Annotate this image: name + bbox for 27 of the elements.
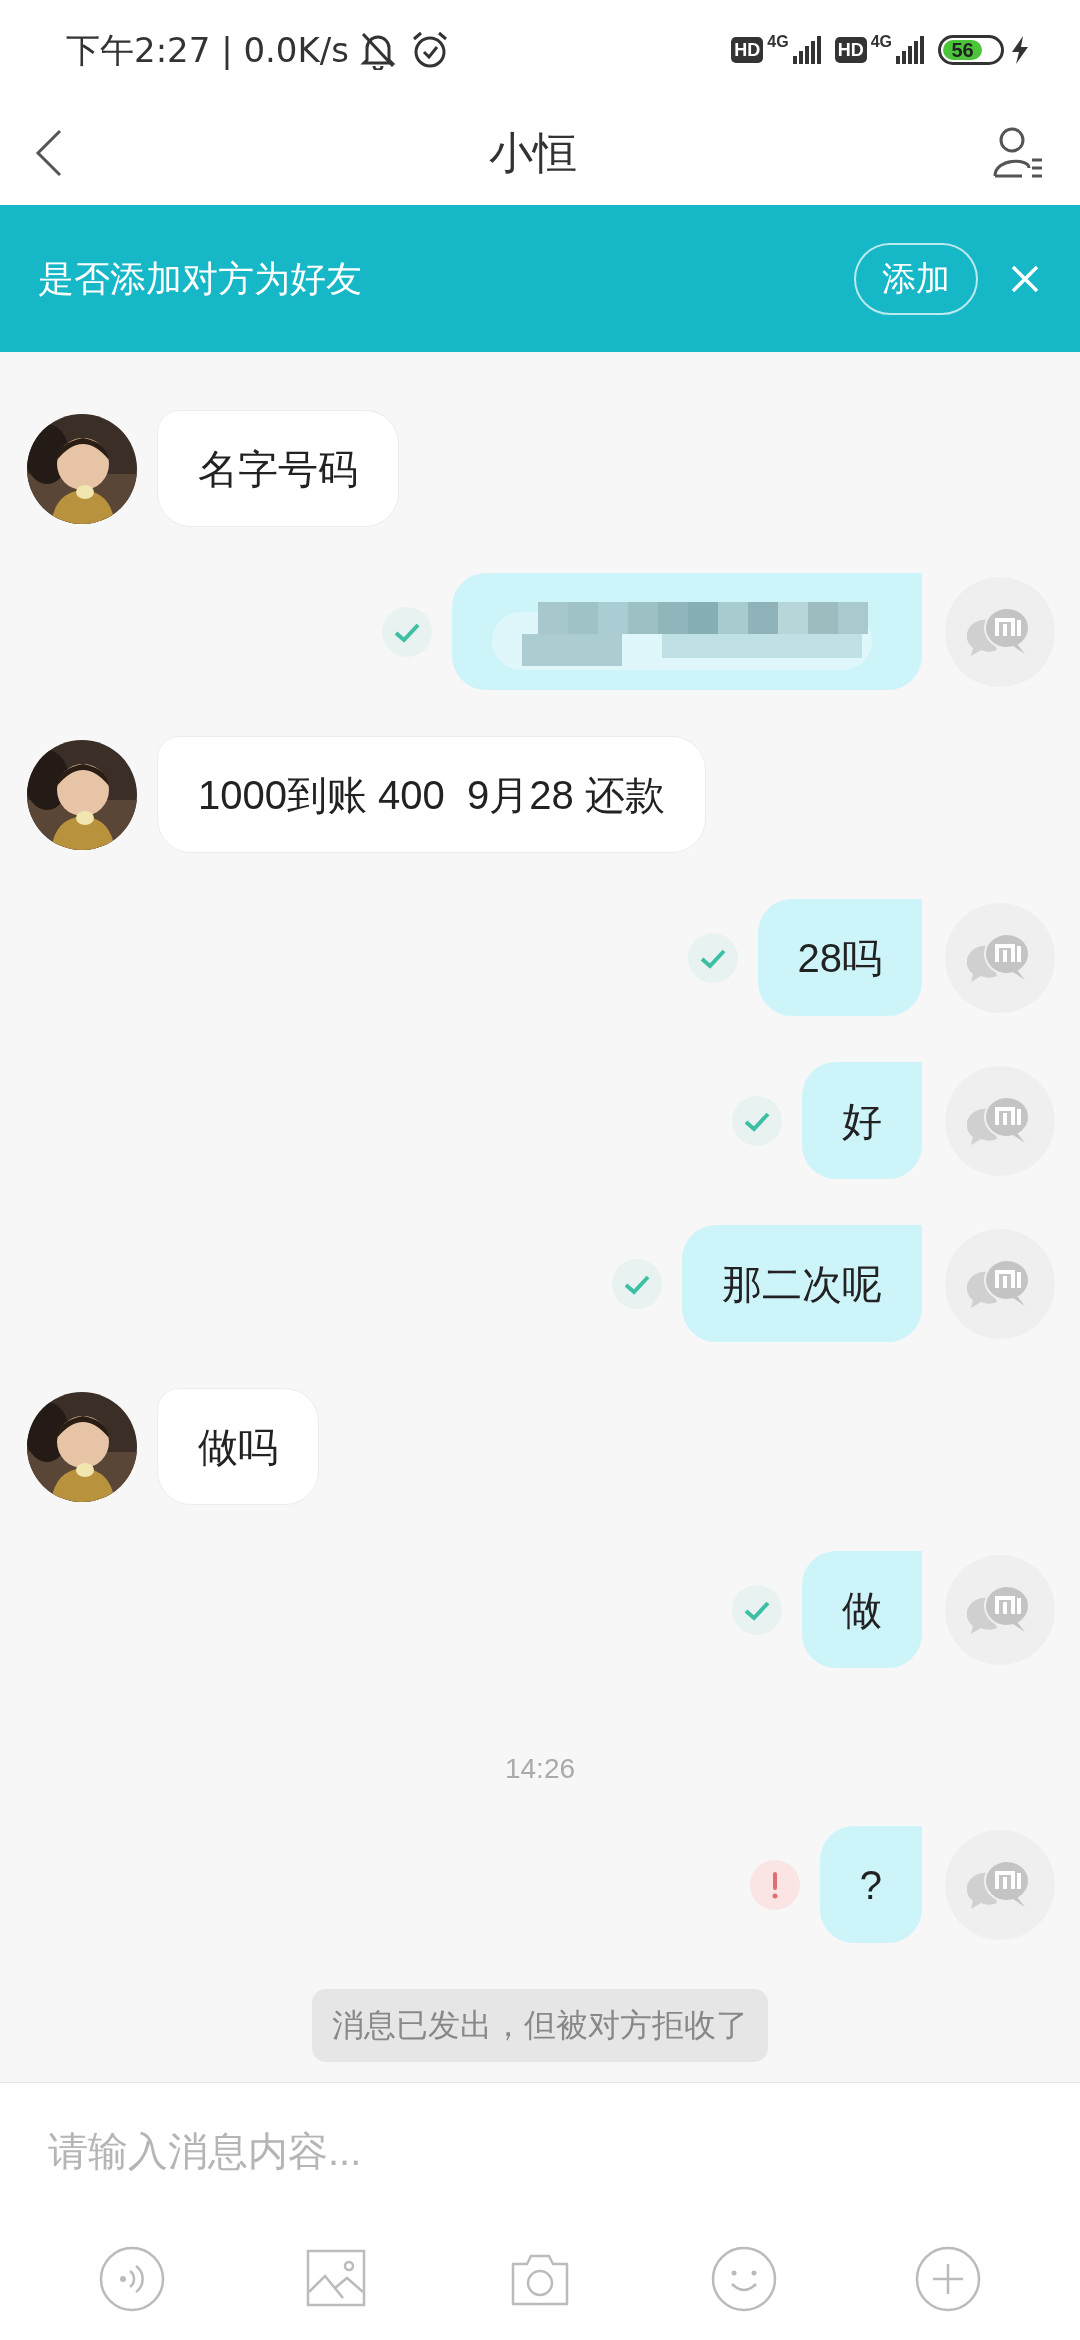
network-type: 4G [870, 32, 892, 52]
battery-icon: 56 [938, 35, 1004, 65]
message-bubble[interactable]: ? [819, 1826, 922, 1943]
message-bubble[interactable]: 名字号码 [157, 410, 399, 527]
hd-badge: HD [834, 37, 867, 63]
chat-title: 小恒 [489, 126, 577, 179]
message-bubble[interactable]: 做 [802, 1551, 922, 1668]
bell-off-icon [358, 30, 397, 70]
message-bubble[interactable] [452, 573, 922, 690]
signal-icon [896, 36, 926, 64]
hd-badge: HD [731, 37, 764, 63]
system-notice: 消息已发出，但被对方拒收了 [312, 1989, 768, 2062]
message-bubble[interactable]: 28吗 [757, 899, 922, 1016]
add-more-button[interactable] [915, 2246, 981, 2312]
signal-icon [792, 36, 823, 64]
status-time: 下午2:27 | 0.0K/s [66, 28, 349, 72]
message-bubble[interactable]: 做吗 [157, 1388, 319, 1505]
message-bubble[interactable]: 1000到账 400 9月28 还款 [157, 736, 706, 853]
charging-icon [1010, 35, 1030, 65]
voice-button[interactable] [99, 2246, 165, 2312]
banner-text: 是否添加对方为好友 [38, 256, 363, 301]
message-bubble[interactable]: 好 [802, 1062, 922, 1179]
message-bubble[interactable]: 那二次呢 [682, 1225, 922, 1342]
alarm-icon [410, 30, 449, 70]
timestamp: 14:26 [504, 1752, 576, 1786]
network-type: 4G [767, 32, 789, 52]
emoji-button[interactable] [711, 2246, 777, 2312]
